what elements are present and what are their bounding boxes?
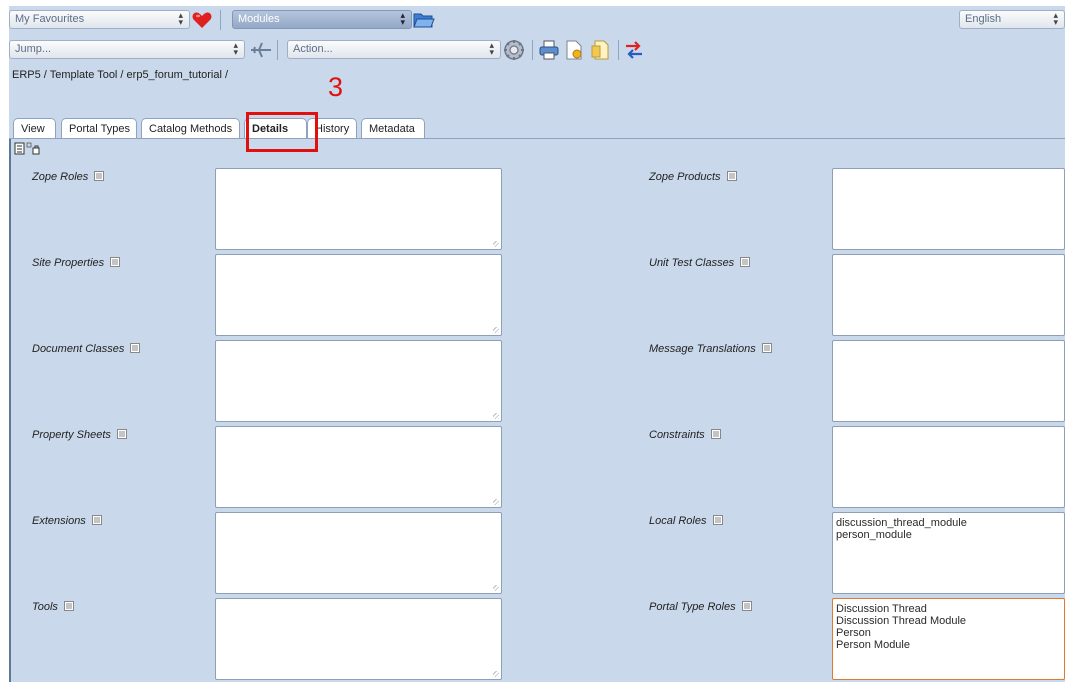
document-classes-textarea[interactable]: [215, 340, 502, 422]
portal-type-roles-line: Discussion Thread: [836, 603, 927, 615]
favourites-select[interactable]: My Favourites ▴ ▾: [9, 10, 190, 29]
local-roles-label-text: Local Roles: [649, 515, 707, 527]
resize-grip-icon[interactable]: [493, 413, 499, 419]
tools-label: Tools: [32, 601, 74, 613]
jump-select-value: Jump...: [15, 43, 52, 55]
site-properties-label-text: Site Properties: [32, 257, 105, 269]
portal-type-roles-label: Portal Type Roles: [649, 601, 752, 613]
annotation-step-number: 3: [328, 72, 344, 102]
exchange-arrows-icon[interactable]: [624, 40, 644, 60]
resize-grip-icon[interactable]: [493, 671, 499, 677]
site-properties-textarea[interactable]: [215, 254, 502, 336]
extensions-textarea[interactable]: [215, 512, 502, 594]
breadcrumb[interactable]: ERP5 / Template Tool / erp5_forum_tutori…: [12, 69, 228, 81]
portal-type-roles-textarea[interactable]: Discussion Thread Discussion Thread Modu…: [832, 598, 1065, 680]
tab-view[interactable]: View: [13, 118, 56, 139]
toolbar-separator: [532, 40, 533, 60]
open-folder-icon[interactable]: [413, 11, 435, 29]
print-icon[interactable]: [539, 40, 559, 60]
language-select-value: English: [965, 13, 1002, 25]
field-edit-icon[interactable]: [740, 257, 751, 267]
property-sheets-label-text: Property Sheets: [32, 429, 111, 441]
field-edit-icon[interactable]: [726, 171, 737, 181]
resize-grip-icon[interactable]: [493, 499, 499, 505]
zope-roles-label: Zope Roles: [32, 171, 105, 183]
tab-catalog-methods[interactable]: Catalog Methods: [141, 118, 240, 139]
portal-type-roles-line: Person Module: [836, 639, 910, 651]
action-select-value: Action...: [293, 43, 333, 55]
field-edit-icon[interactable]: [130, 343, 141, 353]
highlight-box: [246, 112, 318, 152]
select-arrows-icon: ▴ ▾: [1053, 10, 1058, 27]
select-arrows-icon: ▴ ▾: [178, 10, 183, 27]
heart-icon[interactable]: [192, 12, 212, 29]
language-select[interactable]: English ▴ ▾: [959, 10, 1065, 29]
tools-label-text: Tools: [32, 601, 58, 613]
tab-metadata[interactable]: Metadata: [361, 118, 425, 139]
tab-portal-types[interactable]: Portal Types: [61, 118, 137, 139]
erp5-window: My Favourites ▴ ▾ Modules ▴ ▾ English ▴ ▾ J…: [9, 6, 1065, 682]
local-roles-textarea[interactable]: discussion_thread_module person_module: [832, 512, 1065, 594]
portal-type-roles-label-text: Portal Type Roles: [649, 601, 736, 613]
local-roles-line: person_module: [836, 529, 912, 541]
favourites-select-value: My Favourites: [15, 13, 85, 25]
extensions-label: Extensions: [32, 515, 102, 527]
zope-products-textarea[interactable]: [832, 168, 1065, 250]
field-edit-icon[interactable]: [94, 171, 105, 181]
field-edit-icon[interactable]: [741, 601, 752, 611]
unit-test-classes-label: Unit Test Classes: [649, 257, 751, 269]
field-edit-icon[interactable]: [63, 601, 74, 611]
document-classes-label-text: Document Classes: [32, 343, 125, 355]
zope-products-label: Zope Products: [649, 171, 737, 183]
portal-type-roles-line: Person: [836, 627, 871, 639]
constraints-textarea[interactable]: [832, 426, 1065, 508]
field-edit-icon[interactable]: [710, 429, 721, 439]
action-toolbar: Jump... ▴ ▾ Action... ▴ ▾: [9, 34, 1065, 64]
tools-textarea[interactable]: [215, 598, 502, 680]
toolbar-separator: [618, 40, 619, 60]
toolbar-separator: [220, 10, 221, 30]
modules-select-value: Modules: [238, 13, 280, 25]
toolbar-separator: [277, 40, 278, 60]
action-select[interactable]: Action... ▴ ▾: [287, 40, 501, 59]
message-translations-label: Message Translations: [649, 343, 772, 355]
constraints-label: Constraints: [649, 429, 721, 441]
unit-test-classes-textarea[interactable]: [832, 254, 1065, 336]
resize-grip-icon[interactable]: [493, 327, 499, 333]
zope-roles-textarea[interactable]: [215, 168, 502, 250]
unit-test-classes-label-text: Unit Test Classes: [649, 257, 735, 269]
extensions-label-text: Extensions: [32, 515, 86, 527]
property-sheets-textarea[interactable]: [215, 426, 502, 508]
zope-products-label-text: Zope Products: [649, 171, 721, 183]
constraints-label-text: Constraints: [649, 429, 705, 441]
document-classes-label: Document Classes: [32, 343, 141, 355]
property-sheets-label: Property Sheets: [32, 429, 127, 441]
modules-select[interactable]: Modules ▴ ▾: [232, 10, 412, 29]
portal-type-roles-line: Discussion Thread Module: [836, 615, 967, 627]
message-translations-textarea[interactable]: [832, 340, 1065, 422]
site-properties-label: Site Properties: [32, 257, 121, 269]
jump-select[interactable]: Jump... ▴ ▾: [9, 40, 245, 59]
local-roles-line: discussion_thread_module: [836, 517, 967, 529]
zope-roles-label-text: Zope Roles: [32, 171, 89, 183]
gear-icon[interactable]: [503, 39, 525, 61]
select-arrows-icon: ▴ ▾: [489, 40, 494, 57]
top-toolbar: My Favourites ▴ ▾ Modules ▴ ▾ English ▴ ▾: [9, 6, 1065, 34]
clone-document-icon[interactable]: [591, 40, 609, 60]
message-translations-label-text: Message Translations: [649, 343, 756, 355]
new-document-icon[interactable]: [565, 40, 583, 60]
field-edit-icon[interactable]: [712, 515, 723, 525]
select-arrows-icon: ▴ ▾: [233, 40, 238, 57]
field-edit-icon[interactable]: [110, 257, 121, 267]
field-edit-icon[interactable]: [116, 429, 127, 439]
resize-grip-icon[interactable]: [493, 241, 499, 247]
jump-airplane-icon[interactable]: [250, 42, 272, 58]
field-edit-icon[interactable]: [761, 343, 772, 353]
select-arrows-icon: ▴ ▾: [400, 10, 405, 27]
resize-grip-icon[interactable]: [493, 585, 499, 591]
form-view-icon[interactable]: [14, 142, 42, 155]
local-roles-label: Local Roles: [649, 515, 723, 527]
field-edit-icon[interactable]: [91, 515, 102, 525]
